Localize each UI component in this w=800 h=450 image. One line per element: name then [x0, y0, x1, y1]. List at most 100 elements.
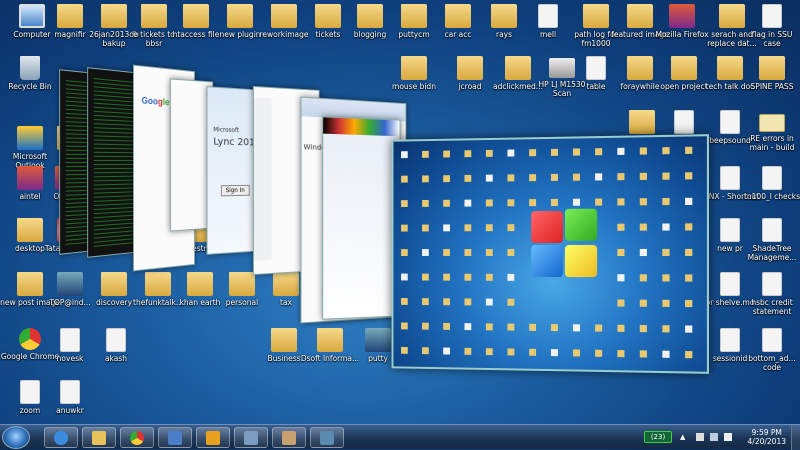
doc-icon — [674, 110, 694, 134]
preview-mini-icon — [485, 249, 493, 256]
preview-mini-icon — [550, 324, 558, 332]
taskbar-button-chrome[interactable] — [120, 427, 154, 448]
preview-mini-icon — [464, 199, 472, 207]
preview-mini-icon — [422, 298, 429, 306]
folder-icon — [315, 4, 341, 28]
doc-icon — [538, 4, 558, 28]
preview-mini-icon — [639, 198, 647, 206]
preview-mini-icon — [639, 274, 647, 282]
doc-icon — [720, 218, 740, 242]
preview-mini-icon — [443, 298, 450, 306]
folder-icon — [92, 431, 106, 445]
folder-icon — [491, 4, 517, 28]
folder-icon — [627, 56, 653, 80]
preview-mini-icon — [464, 249, 472, 256]
taskbar-button-media[interactable] — [310, 427, 344, 448]
arrow-up-icon[interactable]: ▲ — [680, 433, 688, 441]
desktop-icon[interactable]: tn100_l checks — [742, 166, 800, 201]
preview-mini-icon — [422, 199, 429, 207]
desktop-icon[interactable]: SPINE PASS — [742, 56, 800, 91]
window-paint-2[interactable] — [322, 116, 401, 320]
taskbar-button-explorer[interactable] — [82, 427, 116, 448]
preview-mini-icon — [401, 175, 408, 183]
preview-mini-icon — [485, 298, 493, 306]
preview-mini-icon — [617, 248, 625, 257]
desktop-icon[interactable]: anuwkr — [40, 380, 100, 415]
preview-mini-icon — [507, 224, 515, 232]
show-desktop-button[interactable] — [791, 425, 800, 450]
taskbar-button-lync[interactable] — [158, 427, 192, 448]
taskbar-button-ie[interactable] — [44, 427, 78, 448]
clock-date: 4/20/2013 — [747, 437, 786, 446]
window-desktop-preview[interactable] — [391, 134, 709, 374]
preview-mini-icon — [401, 273, 408, 281]
start-button[interactable] — [2, 426, 30, 449]
folder-icon — [187, 272, 213, 296]
net-icon — [365, 328, 391, 352]
desktop-icon[interactable]: flag in SSU case — [742, 4, 800, 48]
preview-mini-icon — [507, 249, 515, 256]
folder-icon — [357, 4, 383, 28]
preview-mini-icon — [617, 147, 625, 155]
taskbar-button-outlook[interactable] — [196, 427, 230, 448]
taskbar-button-paint[interactable] — [272, 427, 306, 448]
window-command-prompt-2[interactable] — [87, 67, 140, 258]
preview-mini-icon — [422, 347, 429, 355]
folder-icon — [317, 328, 343, 352]
preview-mini-icon — [529, 323, 537, 331]
preview-mini-icon — [401, 151, 408, 159]
desktop-icon-label: bottom_ad... code — [748, 354, 796, 372]
mail-icon — [759, 114, 785, 132]
preview-mini-icon — [639, 324, 647, 333]
preview-mini-icon — [422, 224, 429, 232]
desktop-icon-label: mouse bidn — [392, 82, 436, 91]
preview-mini-icon — [685, 223, 693, 231]
preview-mini-icon — [485, 199, 493, 207]
preview-mini-icon — [464, 224, 472, 232]
preview-mini-icon — [595, 198, 603, 206]
system-tray: (23) ▲ 9:59 PM 4/20/2013 — [636, 425, 800, 450]
desktop-icon[interactable]: hsbc credit statement — [742, 272, 800, 316]
desktop-icon[interactable]: RE errors in main - build — [742, 110, 800, 152]
preview-mini-icon — [422, 273, 429, 281]
desktop-icon[interactable]: akash — [86, 328, 146, 363]
folder-icon — [141, 4, 167, 28]
clock-time: 9:59 PM — [751, 428, 782, 437]
folder-icon — [271, 328, 297, 352]
lync-signin-button[interactable]: Sign In — [220, 184, 250, 197]
preview-mini-icon — [572, 173, 580, 181]
folder-icon — [145, 272, 171, 296]
desktop-icon[interactable]: mouse bidn — [384, 56, 444, 91]
folder-icon — [505, 56, 531, 80]
preview-mini-icon — [639, 248, 647, 257]
clock[interactable]: 9:59 PM 4/20/2013 — [748, 428, 786, 446]
flag-icon[interactable] — [696, 433, 704, 441]
preview-mini-icon — [443, 322, 450, 330]
network-icon[interactable] — [710, 433, 718, 441]
preview-mini-icon — [572, 324, 580, 332]
preview-mini-icon — [464, 174, 472, 182]
preview-mini-icon — [443, 199, 450, 207]
taskbar: (23) ▲ 9:59 PM 4/20/2013 — [0, 424, 800, 450]
preview-mini-icon — [572, 198, 580, 206]
desktop-icon-label: flag in SSU case — [751, 30, 793, 48]
lync-company: Microsoft — [213, 126, 239, 135]
desktop-icon[interactable]: bottom_ad... code — [742, 328, 800, 372]
volume-icon[interactable] — [724, 433, 732, 441]
preview-mini-icon — [550, 148, 558, 156]
preview-mini-icon — [507, 323, 515, 331]
folder-icon — [401, 4, 427, 28]
preview-mini-icon — [662, 223, 670, 231]
desktop-icon[interactable]: Recycle Bin — [0, 56, 60, 91]
preview-mini-icon — [685, 325, 693, 333]
preview-mini-icon — [401, 298, 408, 305]
preview-mini-icon — [485, 149, 493, 157]
app-icon — [669, 4, 695, 28]
preview-mini-icon — [685, 248, 693, 257]
desktop-icon[interactable]: ShadeTree Manageme... — [742, 218, 800, 262]
tray-badge[interactable]: (23) — [644, 431, 672, 443]
doc-icon — [762, 166, 782, 190]
preview-mini-icon — [443, 347, 450, 355]
taskbar-button-network[interactable] — [234, 427, 268, 448]
preview-mini-icon — [685, 299, 693, 308]
